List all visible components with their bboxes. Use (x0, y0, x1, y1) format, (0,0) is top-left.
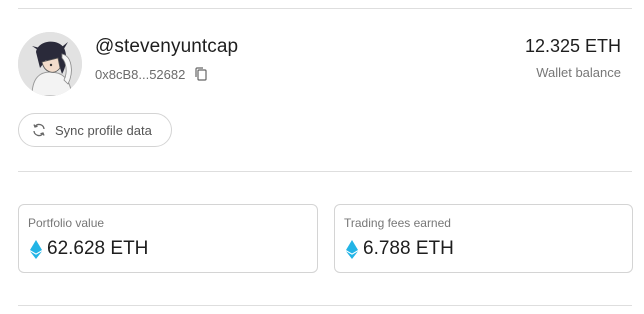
sync-profile-label: Sync profile data (55, 122, 152, 138)
middle-divider (18, 171, 632, 172)
eth-diamond-icon (30, 239, 42, 259)
username: @stevenyuntcap (95, 36, 239, 57)
portfolio-value-label: Portfolio value (28, 216, 105, 230)
bottom-divider (18, 305, 632, 306)
refresh-icon (31, 122, 47, 138)
trading-fees-row: 6.788 ETH (346, 238, 454, 260)
trading-fees-label: Trading fees earned (344, 216, 451, 230)
wallet-address-row: 0x8cB8...52682 (95, 66, 209, 82)
portfolio-value-amount: 62.628 ETH (47, 238, 149, 259)
sync-profile-button[interactable]: Sync profile data (18, 113, 172, 147)
top-divider (18, 8, 632, 9)
copy-icon[interactable] (193, 66, 209, 82)
trading-fees-card: Trading fees earned 6.788 ETH (334, 204, 633, 273)
avatar-illustration-icon (18, 32, 82, 96)
avatar[interactable] (18, 32, 82, 96)
wallet-address: 0x8cB8...52682 (95, 66, 186, 82)
wallet-balance-value: 12.325 ETH (524, 36, 621, 56)
portfolio-value-row: 62.628 ETH (30, 238, 148, 260)
eth-diamond-icon (346, 239, 358, 259)
wallet-balance-label: Wallet balance (536, 65, 621, 80)
portfolio-value-card: Portfolio value 62.628 ETH (18, 204, 318, 273)
trading-fees-amount: 6.788 ETH (363, 238, 454, 259)
